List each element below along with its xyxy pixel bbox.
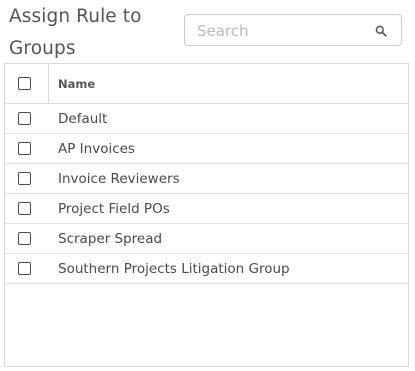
dialog-title: Assign Rule to Groups	[9, 6, 142, 59]
table-row[interactable]: Default	[5, 104, 408, 134]
table-row[interactable]: Invoice Reviewers	[5, 164, 408, 194]
search-icon[interactable]	[375, 25, 387, 37]
row-checkbox[interactable]	[18, 232, 31, 245]
group-name: Invoice Reviewers	[58, 171, 180, 187]
table-row[interactable]: Southern Projects Litigation Group	[5, 254, 408, 284]
table-body: Default AP Invoices Invoice Reviewers Pr…	[5, 104, 408, 284]
table-row[interactable]: Scraper Spread	[5, 224, 408, 254]
column-header-name[interactable]: Name	[58, 77, 95, 91]
table-header: Name	[5, 64, 408, 104]
row-checkbox[interactable]	[18, 172, 31, 185]
table-row[interactable]: Project Field POs	[5, 194, 408, 224]
row-checkbox[interactable]	[18, 202, 31, 215]
select-all-cell	[5, 64, 49, 103]
group-name: Default	[58, 111, 108, 127]
row-checkbox[interactable]	[18, 112, 31, 125]
search-input[interactable]	[197, 20, 367, 42]
group-name: Scraper Spread	[58, 231, 163, 247]
row-checkbox[interactable]	[18, 262, 31, 275]
group-name: AP Invoices	[58, 141, 135, 157]
group-name: Southern Projects Litigation Group	[58, 261, 290, 277]
row-checkbox[interactable]	[18, 142, 31, 155]
search-box[interactable]	[184, 14, 402, 46]
table-row[interactable]: AP Invoices	[5, 134, 408, 164]
groups-table: Name Default AP Invoices Invoice Reviewe…	[4, 63, 409, 367]
select-all-checkbox[interactable]	[18, 77, 31, 90]
group-name: Project Field POs	[58, 201, 170, 217]
